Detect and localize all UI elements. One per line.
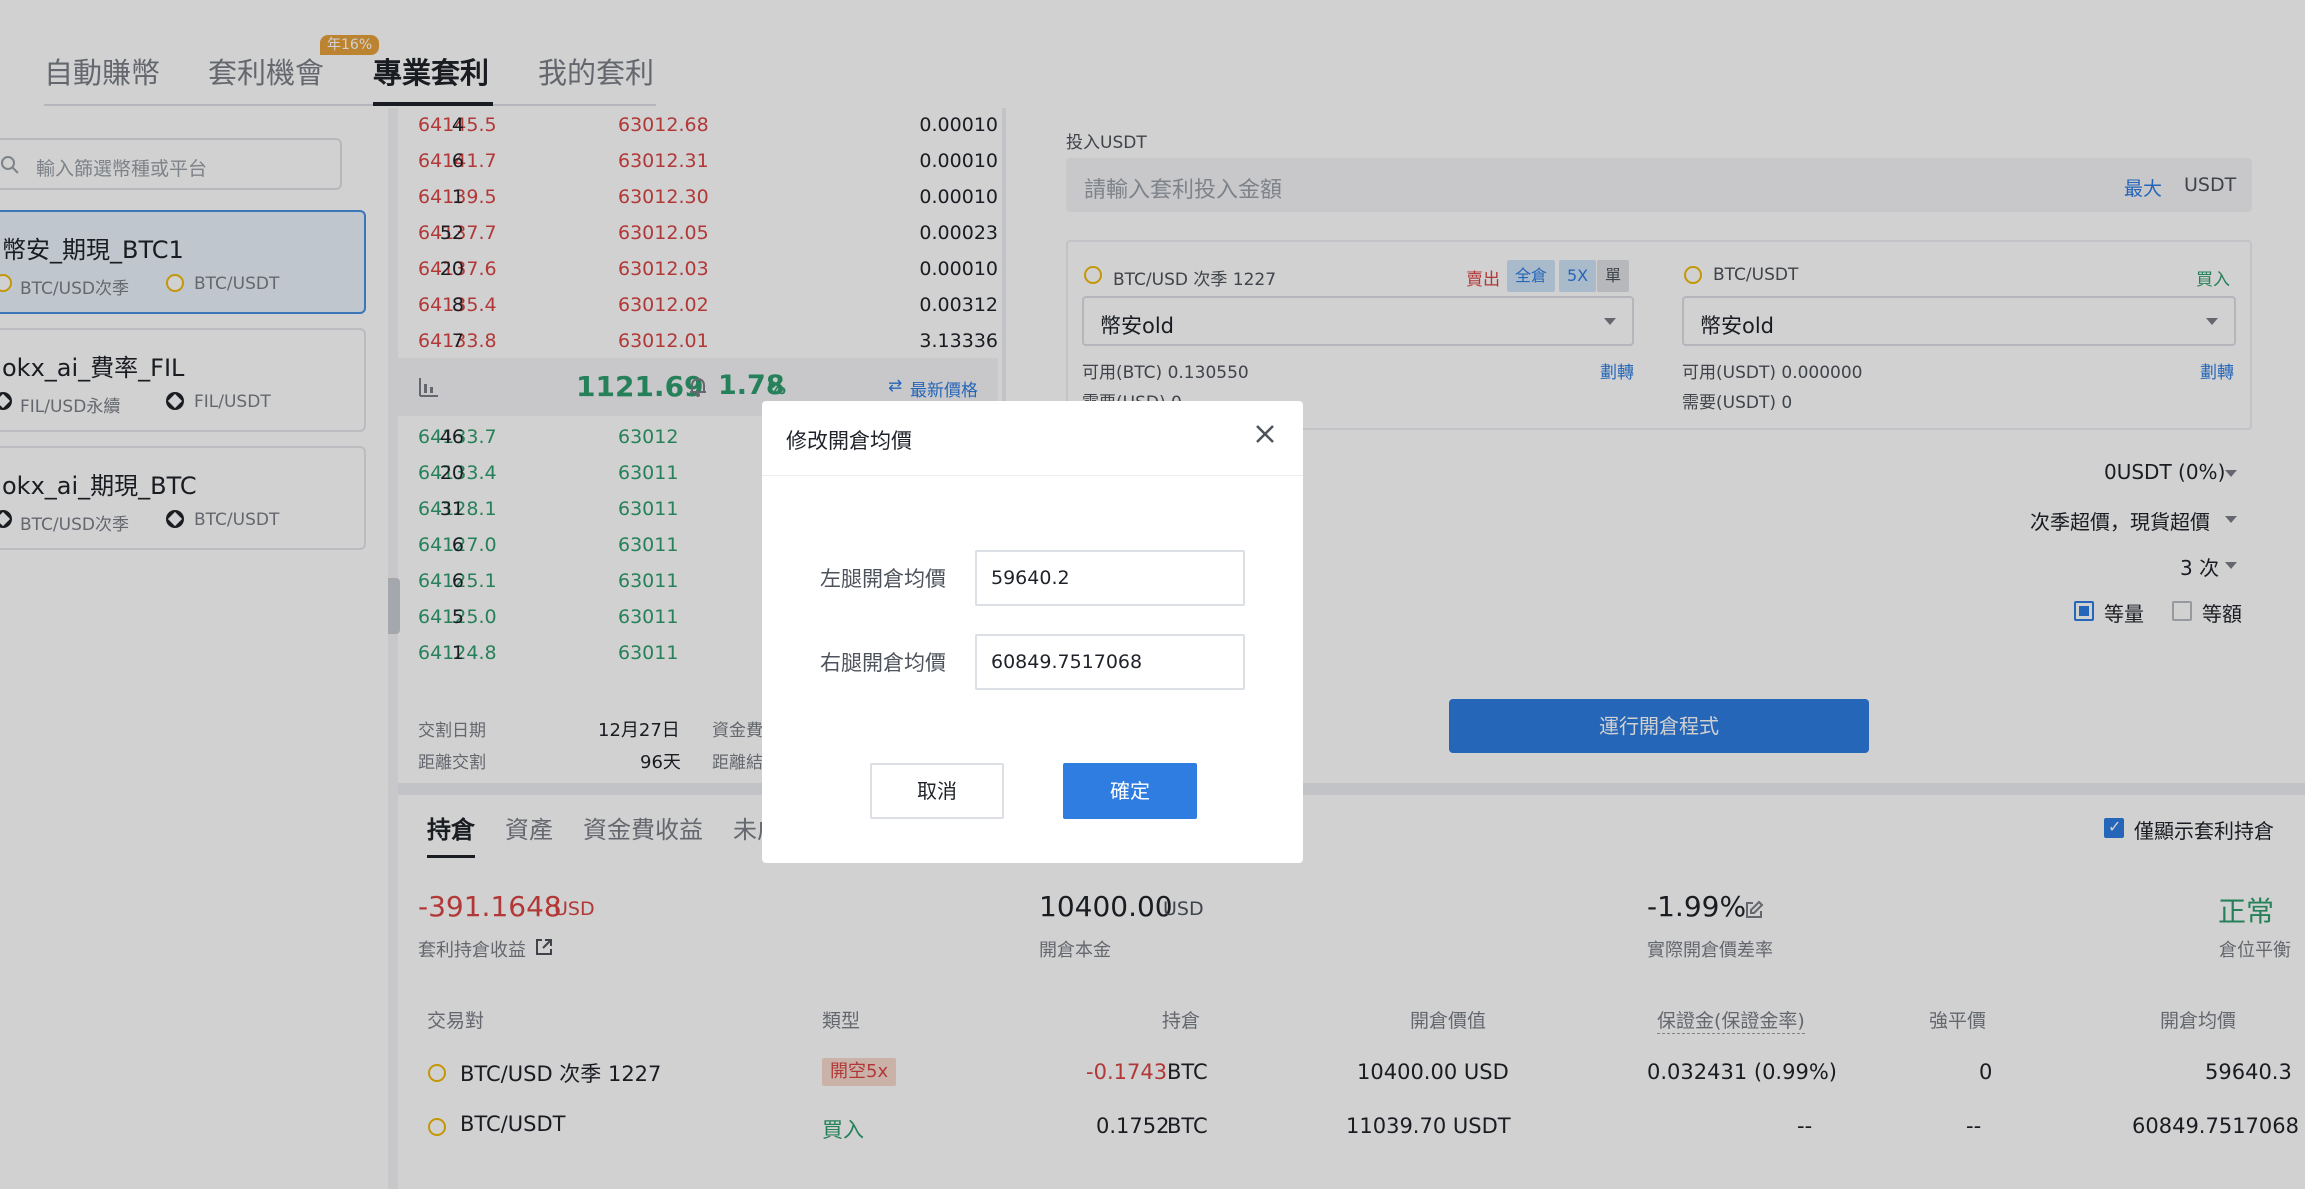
cancel-button[interactable]: 取消 [870, 763, 1004, 819]
dialog-divider [762, 475, 1303, 476]
edit-avg-price-dialog: 修改開倉均價 左腿開倉均價 右腿開倉均價 取消 確定 [762, 401, 1303, 863]
left-avg-price-input[interactable] [975, 550, 1245, 606]
confirm-button[interactable]: 確定 [1063, 763, 1197, 819]
right-avg-price-label: 右腿開倉均價 [820, 651, 946, 675]
right-avg-price-input[interactable] [975, 634, 1245, 690]
close-icon[interactable] [1252, 421, 1278, 447]
left-avg-price-label: 左腿開倉均價 [820, 567, 946, 591]
dialog-title: 修改開倉均價 [786, 429, 912, 453]
